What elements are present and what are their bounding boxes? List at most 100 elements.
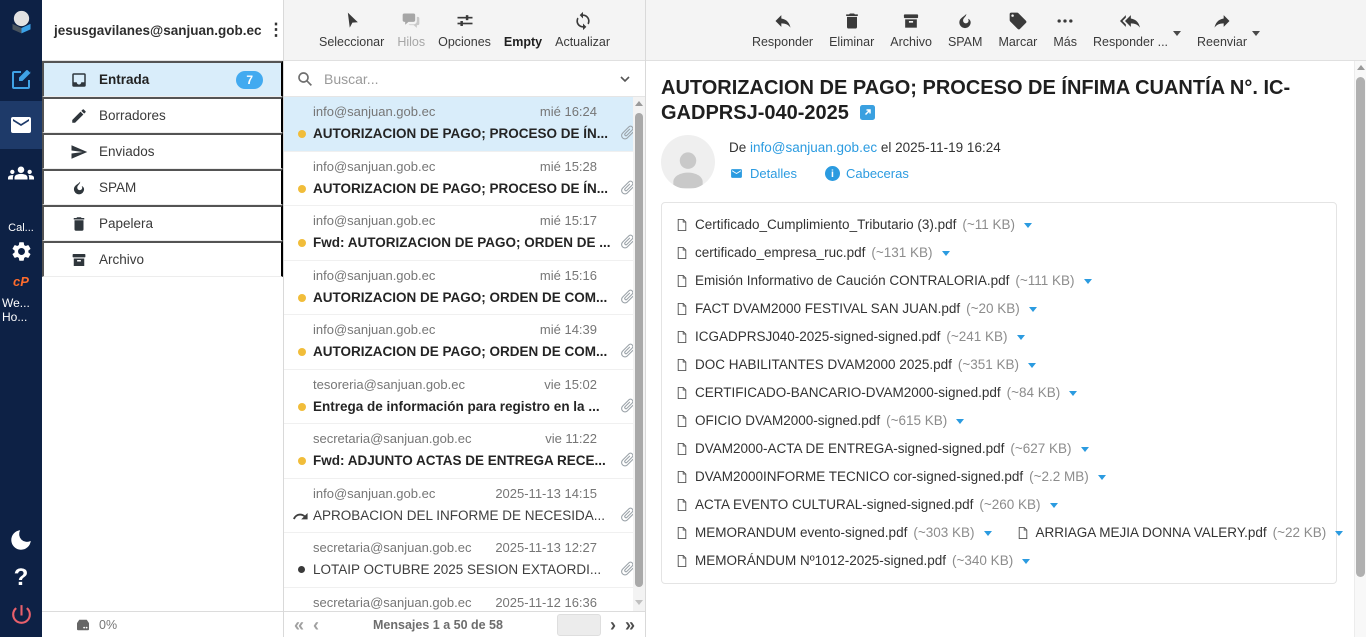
message-meta: secretaria@sanjuan.gob.ec 2025-11-13 12:… xyxy=(313,538,611,558)
message-row[interactable]: secretaria@sanjuan.gob.ec vie 11:22 Fwd:… xyxy=(284,424,645,479)
attachment-name: ICGADPRSJ040-2025-signed-signed.pdf xyxy=(695,323,940,351)
message-row[interactable]: info@sanjuan.gob.ec mié 16:24 AUTORIZACI… xyxy=(284,97,645,152)
attachment-menu-caret[interactable] xyxy=(942,251,950,256)
cpanel-logo: cP xyxy=(13,274,29,289)
reply-button[interactable]: Responder xyxy=(752,11,813,49)
list-scrollbar-thumb[interactable] xyxy=(635,113,643,587)
attachment-menu-caret[interactable] xyxy=(1098,475,1106,480)
unread-dot xyxy=(298,403,306,411)
attachment-menu-caret[interactable] xyxy=(984,531,992,536)
page-jump-input[interactable] xyxy=(557,614,601,636)
folder-item[interactable]: Entrada 7 xyxy=(42,61,283,97)
compose-button[interactable] xyxy=(0,68,42,92)
attachment-item[interactable]: FACT DVAM2000 FESTIVAL SAN JUAN.pdf (~20… xyxy=(675,295,1037,323)
reply-all-button[interactable]: Responder ... xyxy=(1093,11,1168,49)
attachment-item[interactable]: certificado_empresa_ruc.pdf (~131 KB) xyxy=(675,239,950,267)
sidebar-item-cpanel[interactable]: cP xyxy=(0,274,42,289)
preview-scrollbar[interactable] xyxy=(1354,61,1366,637)
attachment-menu-caret[interactable] xyxy=(1028,363,1036,368)
attachment-name: MEMORANDUM evento-signed.pdf xyxy=(695,519,907,547)
attachment-item[interactable]: OFICIO DVAM2000-signed.pdf (~615 KB) xyxy=(675,407,964,435)
forward-menu-caret[interactable] xyxy=(1252,31,1260,36)
refresh-icon xyxy=(573,11,593,31)
attachment-item[interactable]: MEMORÁNDUM Nº1012-2025-signed.pdf (~340 … xyxy=(675,547,1030,575)
select-button[interactable]: Seleccionar xyxy=(319,11,384,49)
message-row[interactable]: tesoreria@sanjuan.gob.ec vie 15:02 Entre… xyxy=(284,370,645,425)
first-page-button[interactable]: « xyxy=(294,616,304,634)
more-button[interactable]: Más xyxy=(1053,11,1077,49)
message-subject: AUTORIZACION DE PAGO; ORDEN DE COM... xyxy=(313,286,611,310)
folder-item[interactable]: Archivo xyxy=(42,241,283,277)
message-row[interactable]: info@sanjuan.gob.ec mié 15:17 Fwd: AUTOR… xyxy=(284,206,645,261)
message-subject: Fwd: ADJUNTO ACTAS DE ENTREGA RECE... xyxy=(313,449,611,473)
headers-link[interactable]: i Cabeceras xyxy=(825,166,909,181)
scroll-up-arrow[interactable] xyxy=(1357,65,1365,70)
attachment-menu-caret[interactable] xyxy=(956,419,964,424)
pencil-icon xyxy=(70,107,88,125)
attachment-item[interactable]: DVAM2000-ACTA DE ENTREGA-signed-signed.p… xyxy=(675,435,1089,463)
search-options-chevron[interactable] xyxy=(617,71,633,87)
forward-button[interactable]: Reenviar xyxy=(1197,11,1247,49)
prev-page-button[interactable]: ‹ xyxy=(313,616,319,634)
attachment-menu-caret[interactable] xyxy=(1022,559,1030,564)
message-row[interactable]: info@sanjuan.gob.ec 2025-11-13 14:15 APR… xyxy=(284,479,645,534)
attachment-item[interactable]: Certificado_Cumplimiento_Tributario (3).… xyxy=(675,211,1032,239)
folder-label: Borradores xyxy=(99,108,166,123)
options-button[interactable]: Opciones xyxy=(438,11,491,49)
last-page-button[interactable]: » xyxy=(625,616,635,634)
empty-button[interactable]: Empty xyxy=(504,11,542,49)
attachment-menu-caret[interactable] xyxy=(1069,391,1077,396)
search-input[interactable] xyxy=(322,70,609,88)
junk-button[interactable]: SPAM xyxy=(948,11,983,49)
help-button[interactable]: ? xyxy=(0,564,42,592)
folder-item[interactable]: Enviados xyxy=(42,133,283,169)
scroll-up-arrow[interactable] xyxy=(635,101,643,106)
message-row[interactable]: info@sanjuan.gob.ec mié 15:28 AUTORIZACI… xyxy=(284,152,645,207)
list-scrollbar[interactable] xyxy=(633,97,645,611)
attachment-menu-caret[interactable] xyxy=(1029,307,1037,312)
refresh-button[interactable]: Actualizar xyxy=(555,11,610,49)
message-row[interactable]: info@sanjuan.gob.ec mié 15:16 AUTORIZACI… xyxy=(284,261,645,316)
attachment-name: MEMORÁNDUM Nº1012-2025-signed.pdf xyxy=(695,547,946,575)
sidebar-item-settings[interactable] xyxy=(0,240,42,263)
attachment-menu-caret[interactable] xyxy=(1084,279,1092,284)
attachment-item[interactable]: ICGADPRSJ040-2025-signed-signed.pdf (~24… xyxy=(675,323,1025,351)
mark-button[interactable]: Marcar xyxy=(998,11,1037,49)
message-row[interactable]: secretaria@sanjuan.gob.ec 2025-11-12 16:… xyxy=(284,588,645,612)
attachment-item[interactable]: CERTIFICADO-BANCARIO-DVAM2000-signed.pdf… xyxy=(675,379,1077,407)
folder-item[interactable]: SPAM xyxy=(42,169,283,205)
folder-item[interactable]: Borradores xyxy=(42,97,283,133)
attachment-item[interactable]: DOC HABILITANTES DVAM2000 2025.pdf (~351… xyxy=(675,351,1036,379)
message-subject-title: AUTORIZACION DE PAGO; PROCESO DE ÍNFIMA … xyxy=(661,76,1306,126)
folder-item[interactable]: Papelera xyxy=(42,205,283,241)
details-link[interactable]: Detalles xyxy=(729,166,797,181)
scroll-down-arrow[interactable] xyxy=(635,600,643,605)
attachment-menu-caret[interactable] xyxy=(1017,335,1025,340)
sidebar-item-mail[interactable] xyxy=(0,101,42,149)
attachment-item[interactable]: MEMORANDUM evento-signed.pdf (~303 KB) xyxy=(675,519,992,547)
delete-button[interactable]: Eliminar xyxy=(829,11,874,49)
attachment-item[interactable]: Emisión Informativo de Caución CONTRALOR… xyxy=(675,267,1092,295)
sender-address-link[interactable]: info@sanjuan.gob.ec xyxy=(750,140,877,155)
sidebar-item-calendar[interactable]: Cal... xyxy=(0,222,42,234)
message-row[interactable]: info@sanjuan.gob.ec mié 14:39 AUTORIZACI… xyxy=(284,315,645,370)
open-in-new-window-icon[interactable] xyxy=(860,105,875,120)
attachment-menu-caret[interactable] xyxy=(1081,447,1089,452)
sidebar-item-contacts[interactable] xyxy=(0,160,42,186)
dark-mode-button[interactable] xyxy=(0,527,42,553)
attachment-item[interactable]: ARRIAGA MEJIA DONNA VALERY.pdf (~22 KB) xyxy=(1016,519,1344,547)
next-page-button[interactable]: › xyxy=(610,616,616,634)
attachment-menu-caret[interactable] xyxy=(1335,531,1343,536)
reply-all-menu-caret[interactable] xyxy=(1173,31,1181,36)
attachment-row: OFICIO DVAM2000-signed.pdf (~615 KB) xyxy=(675,407,1336,435)
logout-button[interactable] xyxy=(0,602,42,627)
preview-scrollbar-thumb[interactable] xyxy=(1356,77,1365,577)
attachment-menu-caret[interactable] xyxy=(1050,503,1058,508)
attachment-item[interactable]: ACTA EVENTO CULTURAL-signed-signed.pdf (… xyxy=(675,491,1058,519)
threads-button[interactable]: Hilos xyxy=(397,11,425,49)
sidebar-item-webmail-home[interactable]: We... Ho... xyxy=(0,296,42,324)
attachment-menu-caret[interactable] xyxy=(1024,223,1032,228)
archive-button[interactable]: Archivo xyxy=(890,11,932,49)
attachment-item[interactable]: DVAM2000INFORME TECNICO cor-signed-signe… xyxy=(675,463,1106,491)
message-row[interactable]: secretaria@sanjuan.gob.ec 2025-11-13 12:… xyxy=(284,533,645,588)
